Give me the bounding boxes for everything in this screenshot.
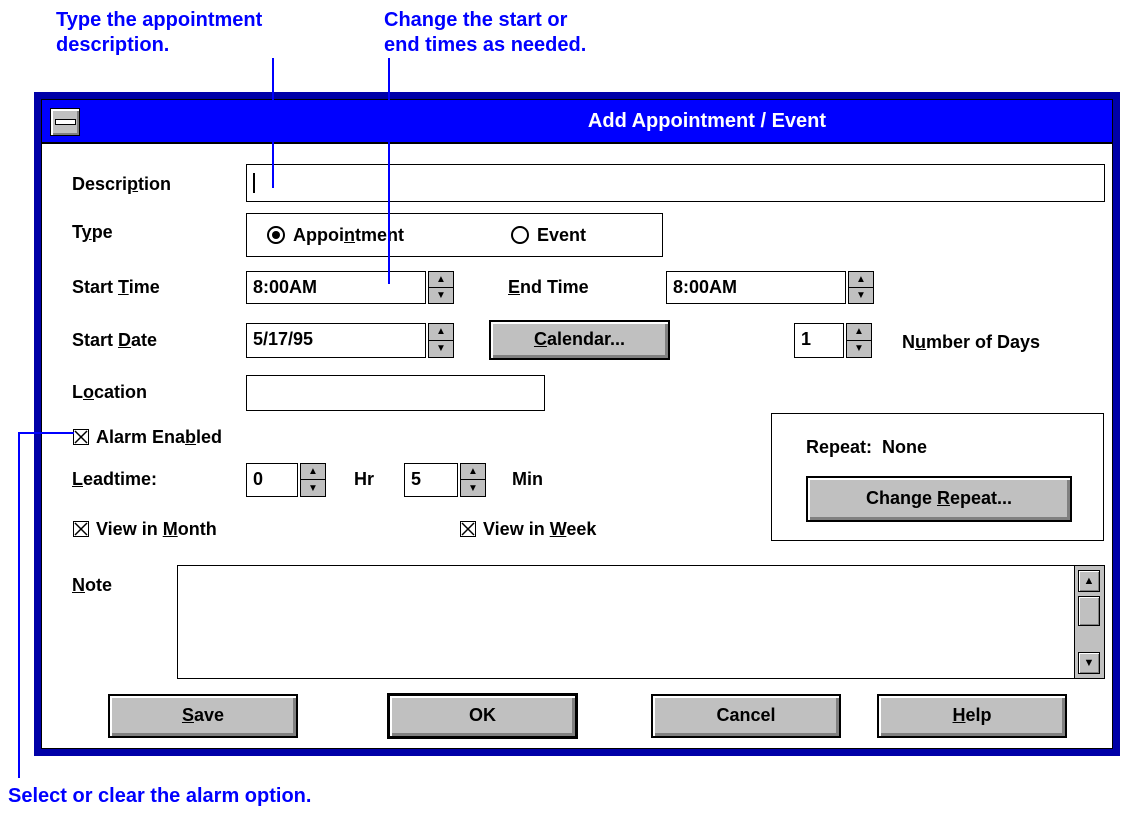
start-date-label: Start Date: [72, 330, 158, 350]
spin-up-icon[interactable]: ▲: [847, 324, 871, 341]
alarm-enabled-checkbox[interactable]: [73, 429, 89, 445]
save-button[interactable]: Save: [108, 694, 298, 738]
spin-down-icon[interactable]: ▼: [847, 341, 871, 358]
system-menu-icon[interactable]: [50, 108, 80, 136]
scroll-thumb[interactable]: [1078, 596, 1100, 626]
callout-times: Change the start or end times as needed.: [384, 8, 586, 58]
note-field[interactable]: ▲ ▼: [177, 565, 1105, 679]
type-group: Appointment Event: [246, 213, 663, 257]
change-repeat-button[interactable]: Change Repeat...: [806, 476, 1072, 522]
ok-button[interactable]: OK: [387, 693, 578, 739]
callout-description-line2: description.: [56, 34, 170, 56]
callout-description-line: [272, 58, 274, 188]
add-appointment-dialog: Add Appointment / Event Description Type…: [34, 92, 1120, 756]
checkbox-icon: [461, 522, 475, 536]
callout-alarm: Select or clear the alarm option.: [8, 785, 312, 807]
end-time-spinner[interactable]: ▲ ▼: [848, 271, 874, 304]
dialog-client: Add Appointment / Event Description Type…: [41, 99, 1113, 749]
calendar-button[interactable]: Calendar...: [489, 320, 670, 360]
checkbox-icon: [74, 430, 88, 444]
spin-up-icon[interactable]: ▲: [461, 464, 485, 480]
callout-description: Type the appointment description.: [56, 8, 262, 58]
spin-up-icon[interactable]: ▲: [429, 324, 453, 341]
start-date-field[interactable]: 5/17/95: [246, 323, 426, 358]
spin-down-icon[interactable]: ▼: [849, 288, 873, 304]
spin-down-icon[interactable]: ▼: [461, 480, 485, 496]
leadtime-minutes-spinner[interactable]: ▲ ▼: [460, 463, 486, 497]
spin-up-icon[interactable]: ▲: [301, 464, 325, 480]
hours-label: Hr: [354, 469, 375, 489]
end-time-label: End Time: [508, 277, 589, 297]
start-time-field[interactable]: 8:00AM: [246, 271, 426, 304]
description-field[interactable]: [246, 164, 1105, 202]
leadtime-hours-field[interactable]: 0: [246, 463, 298, 497]
start-date-spinner[interactable]: ▲ ▼: [428, 323, 454, 358]
callout-times-line: [388, 58, 390, 284]
note-scrollbar[interactable]: ▲ ▼: [1074, 566, 1104, 678]
view-in-month-label[interactable]: View in Month: [96, 518, 217, 540]
radio-icon[interactable]: [267, 226, 285, 244]
description-label: Description: [72, 174, 172, 194]
dialog-title: Add Appointment / Event: [587, 110, 827, 132]
callout-alarm-line-h: [18, 432, 74, 434]
callout-times-line2: end times as needed.: [384, 34, 587, 56]
spin-down-icon[interactable]: ▼: [301, 480, 325, 496]
repeat-value: None: [882, 437, 928, 457]
minutes-label: Min: [512, 469, 543, 489]
callout-description-line1: Type the appointment: [56, 9, 263, 31]
scroll-up-icon[interactable]: ▲: [1078, 570, 1100, 592]
number-of-days-label: Number of Days: [902, 332, 1041, 352]
spin-up-icon[interactable]: ▲: [849, 272, 873, 288]
leadtime-hours-spinner[interactable]: ▲ ▼: [300, 463, 326, 497]
location-label: Location: [72, 382, 148, 402]
alarm-enabled-label[interactable]: Alarm Enabled: [96, 426, 222, 448]
view-in-month-checkbox[interactable]: [73, 521, 89, 537]
repeat-label: Repeat: None: [806, 437, 928, 457]
spin-down-icon[interactable]: ▼: [429, 341, 453, 358]
start-time-spinner[interactable]: ▲ ▼: [428, 271, 454, 304]
text-cursor: [253, 173, 255, 193]
leadtime-label: Leadtime:: [72, 469, 158, 489]
scroll-down-icon[interactable]: ▼: [1078, 652, 1100, 674]
type-label: Type: [72, 222, 113, 242]
title-bar[interactable]: Add Appointment / Event: [42, 100, 1112, 144]
leadtime-minutes-field[interactable]: 5: [404, 463, 458, 497]
spin-down-icon[interactable]: ▼: [429, 288, 453, 304]
view-in-week-label[interactable]: View in Week: [483, 518, 596, 540]
end-time-field[interactable]: 8:00AM: [666, 271, 846, 304]
start-time-label: Start Time: [72, 277, 160, 297]
repeat-group: Repeat: None Change Repeat...: [771, 413, 1104, 541]
radio-event-label: Event: [537, 225, 587, 245]
number-of-days-field[interactable]: 1: [794, 323, 844, 358]
spin-up-icon[interactable]: ▲: [429, 272, 453, 288]
number-of-days-spinner[interactable]: ▲ ▼: [846, 323, 872, 358]
view-in-week-checkbox[interactable]: [460, 521, 476, 537]
cancel-button[interactable]: Cancel: [651, 694, 841, 738]
checkbox-icon: [74, 522, 88, 536]
location-field[interactable]: [246, 375, 545, 411]
radio-icon[interactable]: [511, 226, 529, 244]
callout-alarm-line-v: [18, 432, 20, 778]
note-label: Note: [72, 575, 112, 595]
callout-times-line1: Change the start or: [384, 9, 568, 31]
help-button[interactable]: Help: [877, 694, 1067, 738]
